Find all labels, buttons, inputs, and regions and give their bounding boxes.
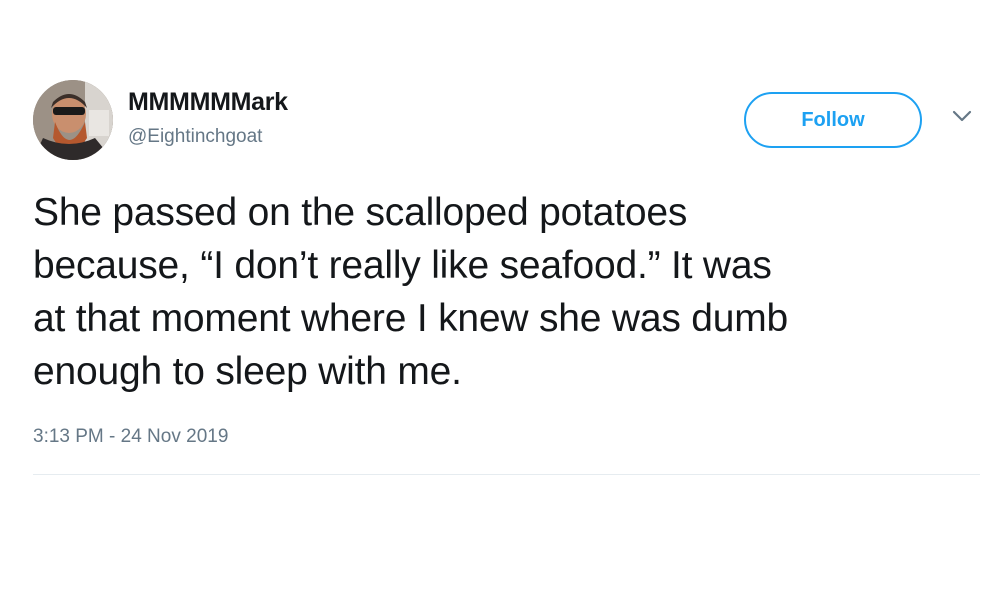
user-handle[interactable]: @Eightinchgoat — [128, 126, 262, 148]
avatar[interactable] — [33, 80, 113, 160]
chevron-down-icon[interactable] — [951, 108, 973, 124]
profile-photo-icon — [33, 80, 113, 160]
tweet-timestamp[interactable]: 3:13 PM - 24 Nov 2019 — [33, 426, 228, 448]
tweet-text: She passed on the scalloped potatoes bec… — [33, 191, 789, 393]
display-name[interactable]: MMMMMMark — [128, 88, 288, 117]
divider — [33, 474, 980, 475]
follow-button[interactable]: Follow — [744, 92, 922, 148]
tweet-card: MMMMMMark @Eightinchgoat Follow She pass… — [0, 0, 1001, 592]
